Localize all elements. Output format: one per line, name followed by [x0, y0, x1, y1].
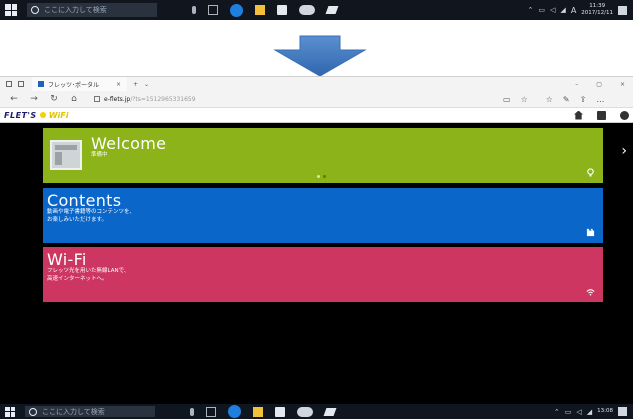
notification-icon[interactable]	[618, 5, 627, 15]
cortana-icon	[29, 407, 37, 416]
cortana-icon	[31, 6, 39, 14]
network-icon[interactable]: ◢	[587, 408, 592, 416]
task-view-icon[interactable]	[206, 406, 216, 417]
set-aside-tabs-icon[interactable]	[18, 81, 24, 87]
microphone-icon[interactable]	[190, 407, 194, 416]
taskbar-search-input[interactable]: ここに入力して検索	[27, 3, 157, 17]
battery-icon[interactable]: ▭	[538, 6, 545, 14]
tab-bar: フレッツ･ポータル × + ⌄ – ▢ ×	[0, 77, 633, 91]
address-bar: ← → ↻ ⌂ e-flets.jp /?ts=1512965331659 ▭ …	[0, 91, 633, 108]
taskbar-search-placeholder: ここに入力して検索	[42, 407, 105, 416]
file-explorer-icon[interactable]	[255, 5, 265, 15]
volume-icon[interactable]: ◁	[576, 408, 581, 416]
tab-close-icon[interactable]: ×	[116, 81, 121, 88]
tray-chevron-icon[interactable]: ⌃	[528, 6, 534, 14]
wifi-signal-icon	[586, 289, 595, 296]
down-arrow-icon	[270, 34, 370, 80]
portal-content: Welcome 準備中 › Contents 動画や電子書籍等のコンテンツを、 …	[0, 123, 633, 404]
site-logo[interactable]: FLET'S	[4, 111, 37, 120]
refresh-icon[interactable]: ↻	[48, 94, 60, 104]
page-info-icon[interactable]	[94, 96, 100, 102]
clock-date: 2017/12/11	[581, 10, 613, 16]
close-window-button[interactable]: ×	[620, 81, 625, 88]
welcome-tile[interactable]: Welcome 準備中	[43, 128, 603, 183]
home-icon[interactable]: ⌂	[68, 94, 80, 104]
task-view-icon[interactable]	[208, 5, 218, 15]
contents-tile[interactable]: Contents 動画や電子書籍等のコンテンツを、 お楽しみいただけます。	[43, 188, 603, 243]
clock-time: 13:08	[597, 408, 613, 414]
favorite-star-icon[interactable]: ☆	[521, 95, 528, 104]
gear-icon[interactable]	[620, 110, 629, 120]
site-logo-wifi: WiFi	[48, 110, 69, 120]
home-icon[interactable]	[574, 110, 583, 120]
clapperboard-icon	[586, 228, 595, 237]
edge-browser-icon[interactable]	[228, 405, 241, 418]
wifi-tile[interactable]: Wi-Fi フレッツ光を用いた無線LANで、 高速インターネットへ。	[43, 247, 603, 302]
next-arrow-button[interactable]: ›	[621, 143, 627, 159]
volume-icon[interactable]: ◁	[550, 6, 555, 14]
battery-icon[interactable]: ▭	[565, 408, 572, 416]
share-icon[interactable]: ⇪	[580, 95, 587, 104]
taskbar-search-input[interactable]: ここに入力して検索	[25, 406, 155, 417]
favorites-hub-icon[interactable]: ☆	[546, 95, 553, 104]
store-icon[interactable]	[275, 406, 285, 417]
ime-indicator[interactable]: A	[571, 6, 576, 15]
wifi-desc-2: 高速インターネットへ。	[47, 276, 108, 282]
cloud-app-icon[interactable]	[297, 406, 313, 417]
store-icon[interactable]	[277, 5, 287, 15]
taskbar-clock[interactable]: 13:08	[597, 408, 613, 415]
book-icon[interactable]	[597, 110, 606, 120]
maximize-button[interactable]: ▢	[596, 81, 602, 88]
wifi-desc-1: フレッツ光を用いた無線LANで、	[47, 268, 130, 274]
cloud-app-icon[interactable]	[299, 5, 315, 15]
forward-icon[interactable]: →	[28, 94, 40, 104]
more-menu-icon[interactable]: …	[596, 95, 604, 104]
notification-icon[interactable]	[618, 407, 627, 416]
reading-view-icon[interactable]: ▭	[503, 95, 511, 104]
tab-menu-icon[interactable]: ⌄	[144, 81, 149, 88]
back-icon[interactable]: ←	[8, 94, 20, 104]
tab-title: フレッツ･ポータル	[48, 81, 100, 89]
tray-chevron-icon[interactable]: ⌃	[554, 408, 560, 416]
url-field[interactable]: e-flets.jp /?ts=1512965331659	[90, 94, 495, 105]
url-text: e-flets.jp	[104, 95, 131, 103]
web-notes-icon[interactable]: ✎	[563, 95, 570, 104]
site-header: FLET'S WiFi	[0, 108, 633, 123]
edge-browser-icon[interactable]	[230, 3, 243, 17]
windows-start-icon[interactable]	[5, 406, 15, 417]
bulb-icon	[587, 168, 594, 177]
pinned-app-icon[interactable]	[323, 407, 337, 416]
new-tab-button[interactable]: +	[133, 81, 138, 88]
contents-title: Contents	[47, 191, 122, 210]
taskbar-top: ここに入力して検索 ⌃ ▭ ◁ ◢ A 11:39 2017/12/11	[0, 0, 633, 20]
file-explorer-icon[interactable]	[253, 406, 263, 417]
taskbar-clock[interactable]: 11:39 2017/12/11	[581, 3, 613, 17]
welcome-subtitle: 準備中	[91, 152, 108, 158]
contents-desc-2: お楽しみいただけます。	[47, 217, 107, 223]
network-icon[interactable]: ◢	[560, 6, 565, 14]
taskbar-bottom: ここに入力して検索 ⌃ ▭ ◁ ◢ 13:08	[0, 404, 633, 419]
logo-dot-icon	[39, 112, 46, 118]
microphone-icon[interactable]	[192, 6, 196, 14]
browser-tab[interactable]: フレッツ･ポータル ×	[32, 77, 127, 91]
url-query-text: /?ts=1512965331659	[130, 95, 196, 103]
contents-desc-1: 動画や電子書籍等のコンテンツを、	[47, 209, 136, 215]
carousel-dots[interactable]	[317, 175, 326, 178]
site-favicon-icon	[38, 81, 44, 87]
clock-time: 11:39	[589, 3, 606, 9]
welcome-thumbnail	[50, 140, 82, 170]
taskbar-search-placeholder: ここに入力して検索	[44, 6, 107, 14]
pinned-app-icon[interactable]	[325, 6, 339, 14]
minimize-button[interactable]: –	[575, 81, 578, 88]
windows-start-icon[interactable]	[5, 4, 17, 16]
welcome-title: Welcome	[91, 134, 167, 153]
tab-preview-icon[interactable]	[6, 81, 12, 87]
wifi-title: Wi-Fi	[47, 250, 87, 269]
browser-window: フレッツ･ポータル × + ⌄ – ▢ × ← → ↻ ⌂ e-flets.jp…	[0, 76, 633, 404]
